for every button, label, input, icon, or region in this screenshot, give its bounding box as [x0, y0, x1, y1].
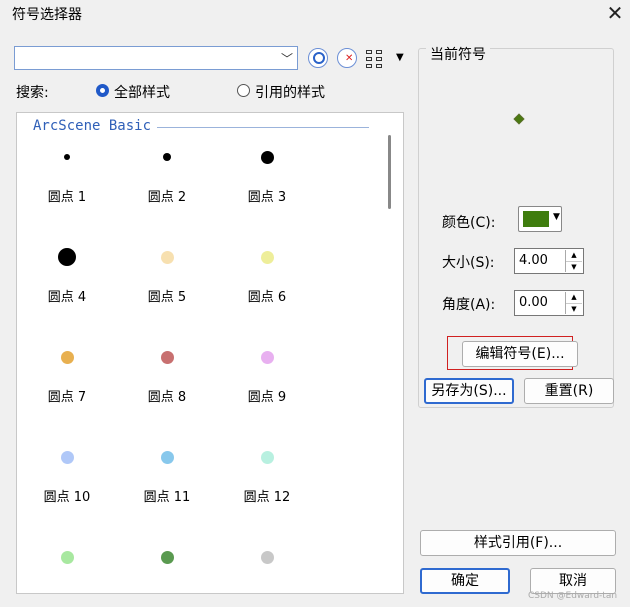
- symbol-swatch: [260, 350, 274, 364]
- symbol-cell[interactable]: 圆点 1: [17, 127, 117, 227]
- search-combo[interactable]: ﹀: [14, 46, 298, 70]
- symbol-swatch: [64, 154, 70, 160]
- symbol-cell[interactable]: [117, 527, 217, 593]
- symbol-cell[interactable]: 圆点 11: [117, 427, 217, 527]
- symbol-swatch: [260, 150, 274, 164]
- symbol-swatch: [163, 153, 171, 161]
- save-as-button[interactable]: 另存为(S)...: [424, 378, 514, 404]
- color-picker-button[interactable]: ▼: [518, 206, 562, 232]
- style-references-button[interactable]: 样式引用(F)...: [420, 530, 616, 556]
- spin-up-icon[interactable]: ▲: [566, 250, 582, 261]
- close-icon[interactable]: ✕: [602, 1, 628, 25]
- symbol-swatch: [60, 450, 74, 464]
- symbol-label: 圆点 4: [47, 290, 87, 305]
- color-label: 颜色(C):: [442, 215, 496, 231]
- radio-referenced-styles-label[interactable]: 引用的样式: [255, 82, 325, 102]
- view-grid-icon[interactable]: [366, 50, 384, 68]
- symbol-cell[interactable]: 圆点 10: [17, 427, 117, 527]
- angle-label: 角度(A):: [442, 297, 496, 313]
- radio-all-styles[interactable]: [96, 84, 109, 97]
- symbol-cell[interactable]: 圆点 12: [217, 427, 317, 527]
- search-label: 搜索:: [16, 85, 49, 101]
- clear-search-icon[interactable]: [337, 48, 357, 68]
- symbol-label: 圆点 1: [47, 190, 87, 205]
- symbol-label: 圆点 2: [147, 190, 187, 205]
- size-value[interactable]: 4.00: [519, 253, 548, 268]
- chevron-down-icon[interactable]: ▼: [553, 212, 560, 222]
- symbol-swatch: [58, 248, 76, 266]
- ok-button[interactable]: 确定: [420, 568, 510, 594]
- symbol-label: 圆点 11: [143, 490, 191, 505]
- symbol-cell[interactable]: [217, 527, 317, 593]
- spin-down-icon[interactable]: ▼: [566, 303, 582, 315]
- reset-button[interactable]: 重置(R): [524, 378, 614, 404]
- size-label: 大小(S):: [442, 255, 495, 271]
- watermark: CSDN @Edward-tan: [528, 591, 618, 601]
- symbol-label: 圆点 12: [243, 490, 291, 505]
- symbol-cell[interactable]: 圆点 9: [217, 327, 317, 427]
- symbol-swatch: [60, 550, 74, 564]
- symbol-swatch: [160, 350, 174, 364]
- symbol-cell[interactable]: 圆点 8: [117, 327, 217, 427]
- symbol-swatch: [160, 250, 174, 264]
- radio-referenced-styles[interactable]: [237, 84, 250, 97]
- symbol-cell[interactable]: 圆点 3: [217, 127, 317, 227]
- symbol-label: 圆点 9: [247, 390, 287, 405]
- symbol-label: 圆点 5: [147, 290, 187, 305]
- radio-all-styles-label[interactable]: 全部样式: [114, 82, 170, 102]
- symbol-label: 圆点 6: [247, 290, 287, 305]
- size-spin-buttons[interactable]: ▲ ▼: [565, 250, 582, 272]
- edit-symbol-button[interactable]: 编辑符号(E)...: [462, 341, 578, 367]
- size-stepper[interactable]: 4.00 ▲ ▼: [514, 248, 584, 274]
- symbol-gallery: ArcScene Basic 圆点 1 圆点 2 圆点 3 圆点 4 圆点 5 圆点 6圆…: [16, 112, 404, 594]
- spin-up-icon[interactable]: ▲: [566, 292, 582, 303]
- vertical-scrollbar[interactable]: [385, 127, 395, 593]
- symbol-swatch: [60, 350, 74, 364]
- current-symbol-title: 当前符号: [426, 44, 490, 64]
- title-bar: 符号选择器 ✕: [0, 0, 630, 28]
- symbol-cell[interactable]: 圆点 4: [17, 227, 117, 327]
- symbol-swatch: [260, 550, 274, 564]
- symbol-cell[interactable]: [17, 527, 117, 593]
- search-icon[interactable]: [308, 48, 328, 68]
- view-dropdown-arrow-icon[interactable]: ▼: [396, 52, 404, 63]
- symbol-label: 圆点 8: [147, 390, 187, 405]
- angle-stepper[interactable]: 0.00 ▲ ▼: [514, 290, 584, 316]
- window-title: 符号选择器: [12, 7, 82, 23]
- symbol-cell[interactable]: 圆点 5: [117, 227, 217, 327]
- symbol-label: 圆点 3: [247, 190, 287, 205]
- symbol-swatch: [260, 250, 274, 264]
- symbol-swatch: [160, 450, 174, 464]
- symbol-cell[interactable]: 圆点 7: [17, 327, 117, 427]
- symbol-cell[interactable]: 圆点 2: [117, 127, 217, 227]
- symbol-cell[interactable]: 圆点 6: [217, 227, 317, 327]
- angle-value[interactable]: 0.00: [519, 295, 548, 310]
- angle-spin-buttons[interactable]: ▲ ▼: [565, 292, 582, 314]
- symbol-label: 圆点 10: [43, 490, 91, 505]
- scrollbar-thumb[interactable]: [388, 135, 391, 209]
- color-swatch: [523, 211, 549, 227]
- symbol-label: 圆点 7: [47, 390, 87, 405]
- symbol-swatch: [260, 450, 274, 464]
- symbol-swatch: [160, 550, 174, 564]
- spin-down-icon[interactable]: ▼: [566, 261, 582, 273]
- chevron-down-icon[interactable]: ﹀: [281, 50, 293, 67]
